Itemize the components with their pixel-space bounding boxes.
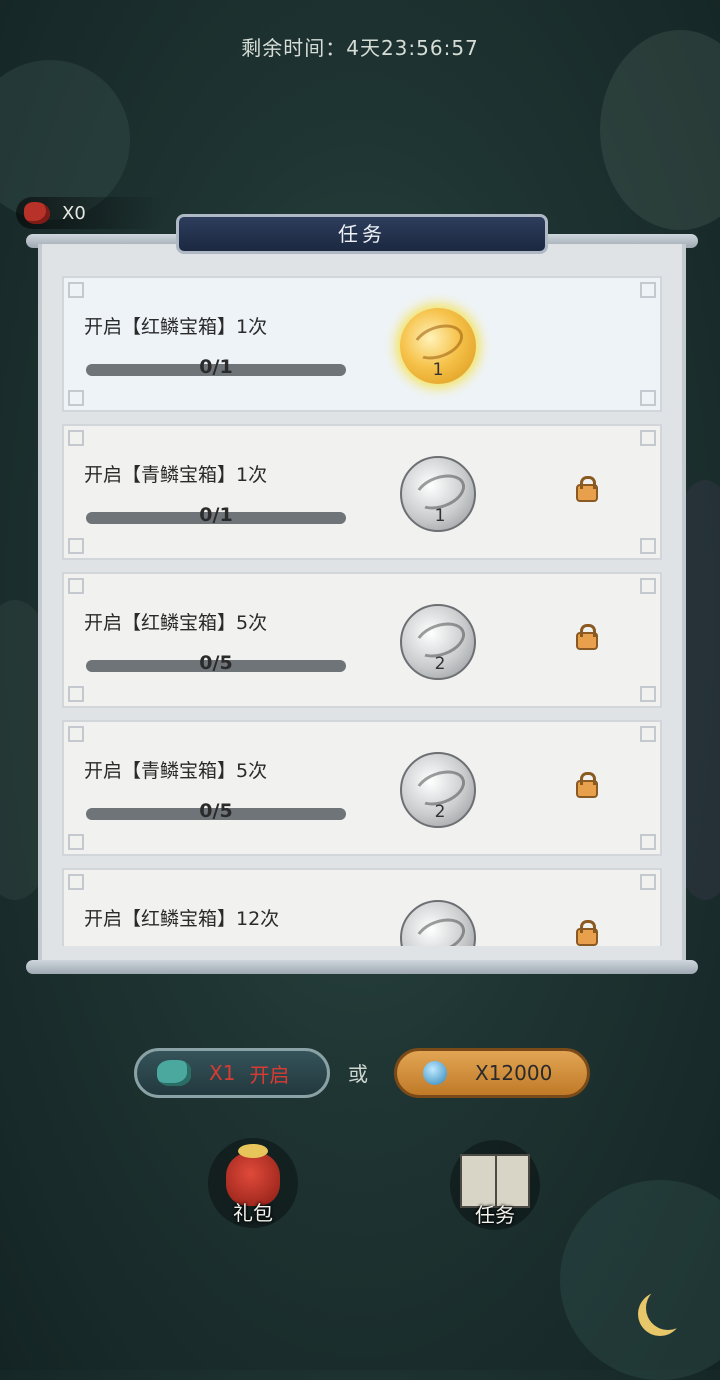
- reward-orb: 1: [400, 456, 476, 532]
- moon-icon[interactable]: [646, 1286, 690, 1330]
- open-chest-button[interactable]: X1 开启: [134, 1048, 330, 1098]
- lock-icon: [576, 920, 598, 946]
- swirl-icon: [408, 318, 468, 366]
- task-card[interactable]: 开启【红鳞宝箱】1次 0/1 1: [62, 276, 662, 412]
- gift-pack-label: 礼包: [233, 1201, 273, 1225]
- panel-title: 任务: [176, 214, 548, 254]
- lock-icon: [576, 476, 598, 502]
- task-title: 开启【青鳞宝箱】1次: [84, 464, 268, 486]
- task-button[interactable]: 任务: [450, 1140, 540, 1230]
- progress-text: 0/1: [199, 504, 233, 526]
- task-list[interactable]: 开启【红鳞宝箱】1次 0/1 1 开启【青鳞宝箱】1次 0/1 1 开启【红鳞宝…: [62, 276, 662, 946]
- task-label: 任务: [475, 1203, 515, 1227]
- task-title: 开启【青鳞宝箱】5次: [84, 760, 268, 782]
- reward-count: 2: [434, 802, 446, 822]
- or-text: 或: [348, 1062, 368, 1086]
- task-title: 开启【红鳞宝箱】12次: [84, 908, 280, 930]
- task-card[interactable]: 开启【红鳞宝箱】5次 0/5 2: [62, 572, 662, 708]
- task-title: 开启【红鳞宝箱】5次: [84, 612, 268, 634]
- open-label: 开启: [249, 1062, 290, 1087]
- task-card[interactable]: 开启【红鳞宝箱】12次: [62, 868, 662, 946]
- reward-count: 1: [432, 360, 444, 380]
- progress-text: 0/1: [199, 356, 233, 378]
- open-multiplier: X1: [209, 1061, 236, 1085]
- reward-orb-button[interactable]: 1: [400, 308, 476, 384]
- teal-scale-icon: [157, 1060, 191, 1086]
- panel-bottom-rail: [26, 960, 698, 974]
- countdown-label: 剩余时间：: [241, 36, 347, 60]
- reward-count: 2: [434, 654, 446, 674]
- task-title: 开启【红鳞宝箱】1次: [84, 316, 268, 338]
- reward-orb: [400, 900, 476, 946]
- task-panel: 任务 开启【红鳞宝箱】1次 0/1 1 开启【青鳞宝箱】1次 0/1 1 开启【…: [26, 214, 698, 980]
- reward-orb: 2: [400, 752, 476, 828]
- task-card[interactable]: 开启【青鳞宝箱】1次 0/1 1: [62, 424, 662, 560]
- countdown-timer: 剩余时间：4天23:56:57: [0, 32, 720, 61]
- gem-price: X12000: [475, 1061, 553, 1085]
- lock-icon: [576, 624, 598, 650]
- lock-icon: [576, 772, 598, 798]
- buy-with-gems-button[interactable]: X12000: [394, 1048, 590, 1098]
- task-card[interactable]: 开启【青鳞宝箱】5次 0/5 2: [62, 720, 662, 856]
- progress-text: 0/5: [199, 652, 233, 674]
- blue-gem-icon: [423, 1061, 447, 1085]
- gift-pack-button[interactable]: 礼包: [208, 1138, 298, 1228]
- progress-text: 0/5: [199, 800, 233, 822]
- countdown-value: 4天23:56:57: [346, 36, 479, 60]
- reward-orb: 2: [400, 604, 476, 680]
- reward-count: 1: [434, 506, 446, 526]
- gift-knot: [238, 1144, 268, 1158]
- rock-icon: [410, 912, 470, 946]
